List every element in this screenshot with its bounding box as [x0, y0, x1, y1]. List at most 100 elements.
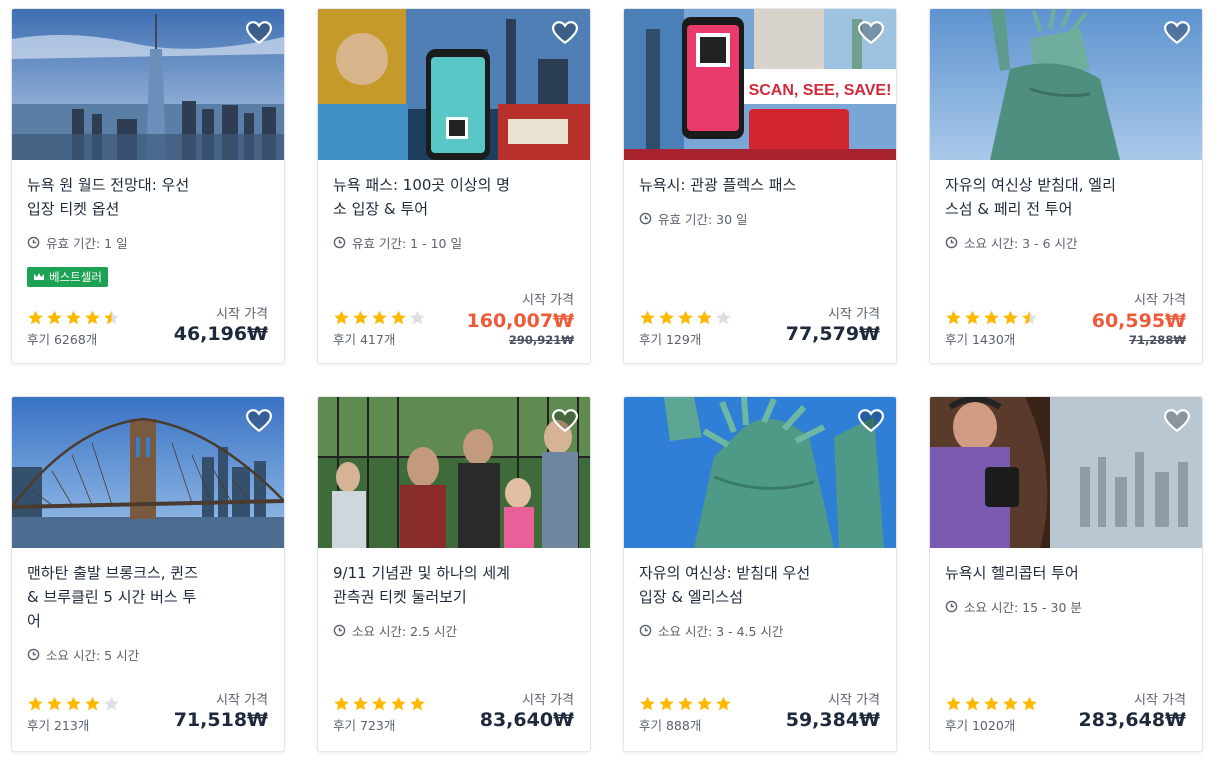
title-line: 어 — [27, 612, 41, 630]
star-full-icon — [85, 696, 100, 711]
title-line: 9/11 기념관 및 하나의 세계 — [333, 564, 510, 582]
product-title[interactable]: 자유의 여신상 받침대, 엘리 스섬 & 페리 전 투어 — [945, 173, 1145, 221]
wishlist-heart-icon[interactable] — [246, 21, 272, 45]
product-card[interactable]: 자유의 여신상: 받침대 우선 입장 & 엘리스섬 소요 시간: 3 - 4.5… — [623, 396, 897, 752]
wishlist-heart-icon[interactable] — [858, 21, 884, 45]
product-card[interactable]: 맨하탄 출발 브롱크스, 퀸즈 & 브루클린 5 시간 버스 투 어 소요 시간… — [11, 396, 285, 752]
price-from-label: 시작 가격 — [216, 693, 268, 708]
duration-text: 소요 시간: 2.5 시간 — [352, 624, 458, 639]
product-card[interactable]: 자유의 여신상 받침대, 엘리 스섬 & 페리 전 투어 소요 시간: 3 - … — [929, 8, 1203, 364]
star-full-icon — [372, 696, 387, 711]
clock-icon — [945, 600, 958, 613]
sale-price: 60,595₩ — [1091, 310, 1186, 332]
product-image[interactable] — [930, 397, 1202, 548]
bestseller-badge: 베스트셀러 — [27, 267, 108, 287]
star-full-icon — [334, 310, 349, 325]
star-full-icon — [66, 696, 81, 711]
product-card[interactable]: 9/11 기념관 및 하나의 세계 관측권 티켓 둘러보기 소요 시간: 2.5… — [317, 396, 591, 752]
duration-info: 소요 시간: 3 - 6 시간 — [945, 233, 1078, 252]
star-full-icon — [697, 696, 712, 711]
review-count: 후기 723개 — [333, 718, 396, 733]
star-full-icon — [28, 310, 43, 325]
clock-icon — [639, 212, 652, 225]
star-full-icon — [47, 310, 62, 325]
review-count: 후기 129개 — [639, 332, 702, 347]
product-image[interactable] — [12, 397, 284, 548]
product-title[interactable]: 뉴욕 패스: 100곳 이상의 명 소 입장 & 투어 — [333, 173, 533, 221]
wishlist-heart-icon[interactable] — [552, 21, 578, 45]
product-title[interactable]: 뉴욕 원 월드 전망대: 우선 입장 티켓 옵션 — [27, 173, 227, 221]
validity-text: 유효 기간: 30 일 — [658, 212, 748, 227]
product-title[interactable]: 자유의 여신상: 받침대 우선 입장 & 엘리스섬 — [639, 561, 839, 609]
star-full-icon — [1022, 696, 1037, 711]
clock-icon — [333, 624, 346, 637]
wishlist-heart-icon[interactable] — [246, 409, 272, 433]
product-image[interactable] — [318, 9, 590, 160]
star-full-icon — [946, 696, 961, 711]
original-price: 71,288₩ — [1128, 333, 1186, 347]
wishlist-heart-icon[interactable] — [1164, 409, 1190, 433]
star-half-icon — [1022, 310, 1037, 325]
price-from-label: 시작 가격 — [828, 693, 880, 708]
title-line: 뉴욕 원 월드 전망대: 우선 — [27, 176, 190, 194]
product-title[interactable]: 맨하탄 출발 브롱크스, 퀸즈 & 브루클린 5 시간 버스 투 어 — [27, 561, 227, 633]
product-card[interactable]: SCAN, SEE, SAVE! 뉴욕시: 관광 플렉스 패스 유효 기간: 3… — [623, 8, 897, 364]
star-full-icon — [697, 310, 712, 325]
star-full-icon — [984, 696, 999, 711]
title-line: 뉴욕시 헬리콥터 투어 — [945, 564, 1079, 582]
rating-stars — [639, 309, 732, 326]
star-full-icon — [984, 310, 999, 325]
clock-icon — [27, 648, 40, 661]
wishlist-heart-icon[interactable] — [858, 409, 884, 433]
duration-text: 소요 시간: 3 - 6 시간 — [964, 236, 1078, 251]
star-full-icon — [1003, 696, 1018, 711]
validity-text: 유효 기간: 1 일 — [46, 236, 128, 251]
product-card[interactable]: 뉴욕 패스: 100곳 이상의 명 소 입장 & 투어 유효 기간: 1 - 1… — [317, 8, 591, 364]
star-empty-icon — [104, 696, 119, 711]
title-line: 입장 티켓 옵션 — [27, 200, 120, 218]
product-title[interactable]: 뉴욕시 헬리콥터 투어 — [945, 561, 1145, 585]
duration-text: 소요 시간: 3 - 4.5 시간 — [658, 624, 784, 639]
original-price: 290,921₩ — [508, 333, 574, 347]
review-count: 후기 6268개 — [27, 332, 98, 347]
wishlist-heart-icon[interactable] — [552, 409, 578, 433]
svg-text:SCAN, SEE, SAVE!: SCAN, SEE, SAVE! — [749, 82, 892, 99]
product-card[interactable]: 뉴욕시 헬리콥터 투어 소요 시간: 15 - 30 분 후기 1020개 시작… — [929, 396, 1203, 752]
star-full-icon — [85, 310, 100, 325]
duration-info: 소요 시간: 2.5 시간 — [333, 621, 457, 640]
price-from-label: 시작 가격 — [1134, 693, 1186, 708]
price-from-label: 시작 가격 — [216, 307, 268, 322]
product-card[interactable]: 뉴욕 원 월드 전망대: 우선 입장 티켓 옵션 유효 기간: 1 일 베스트셀… — [11, 8, 285, 364]
clock-icon — [27, 236, 40, 249]
star-empty-icon — [410, 310, 425, 325]
star-full-icon — [353, 310, 368, 325]
product-title[interactable]: 9/11 기념관 및 하나의 세계 관측권 티켓 둘러보기 — [333, 561, 533, 609]
star-full-icon — [640, 696, 655, 711]
product-image[interactable]: SCAN, SEE, SAVE! — [624, 9, 896, 160]
rating-stars — [333, 695, 426, 712]
title-line: 뉴욕 패스: 100곳 이상의 명 — [333, 176, 510, 194]
wishlist-heart-icon[interactable] — [1164, 21, 1190, 45]
product-image[interactable] — [12, 9, 284, 160]
star-empty-icon — [716, 310, 731, 325]
star-full-icon — [946, 310, 961, 325]
star-full-icon — [353, 696, 368, 711]
price: 283,648₩ — [1078, 709, 1187, 731]
product-image[interactable] — [318, 397, 590, 548]
star-full-icon — [334, 696, 349, 711]
product-title[interactable]: 뉴욕시: 관광 플렉스 패스 — [639, 173, 839, 197]
validity-info: 유효 기간: 1 - 10 일 — [333, 233, 462, 252]
product-image[interactable] — [930, 9, 1202, 160]
sale-price: 160,007₩ — [466, 310, 575, 332]
clock-icon — [945, 236, 958, 249]
review-count: 후기 888개 — [639, 718, 702, 733]
star-full-icon — [965, 696, 980, 711]
rating-stars — [27, 309, 120, 326]
star-full-icon — [372, 310, 387, 325]
duration-info: 소요 시간: 15 - 30 분 — [945, 597, 1082, 616]
title-line: 소 입장 & 투어 — [333, 200, 429, 218]
rating-stars — [27, 695, 120, 712]
product-image[interactable] — [624, 397, 896, 548]
price: 83,640₩ — [479, 709, 574, 731]
clock-icon — [333, 236, 346, 249]
